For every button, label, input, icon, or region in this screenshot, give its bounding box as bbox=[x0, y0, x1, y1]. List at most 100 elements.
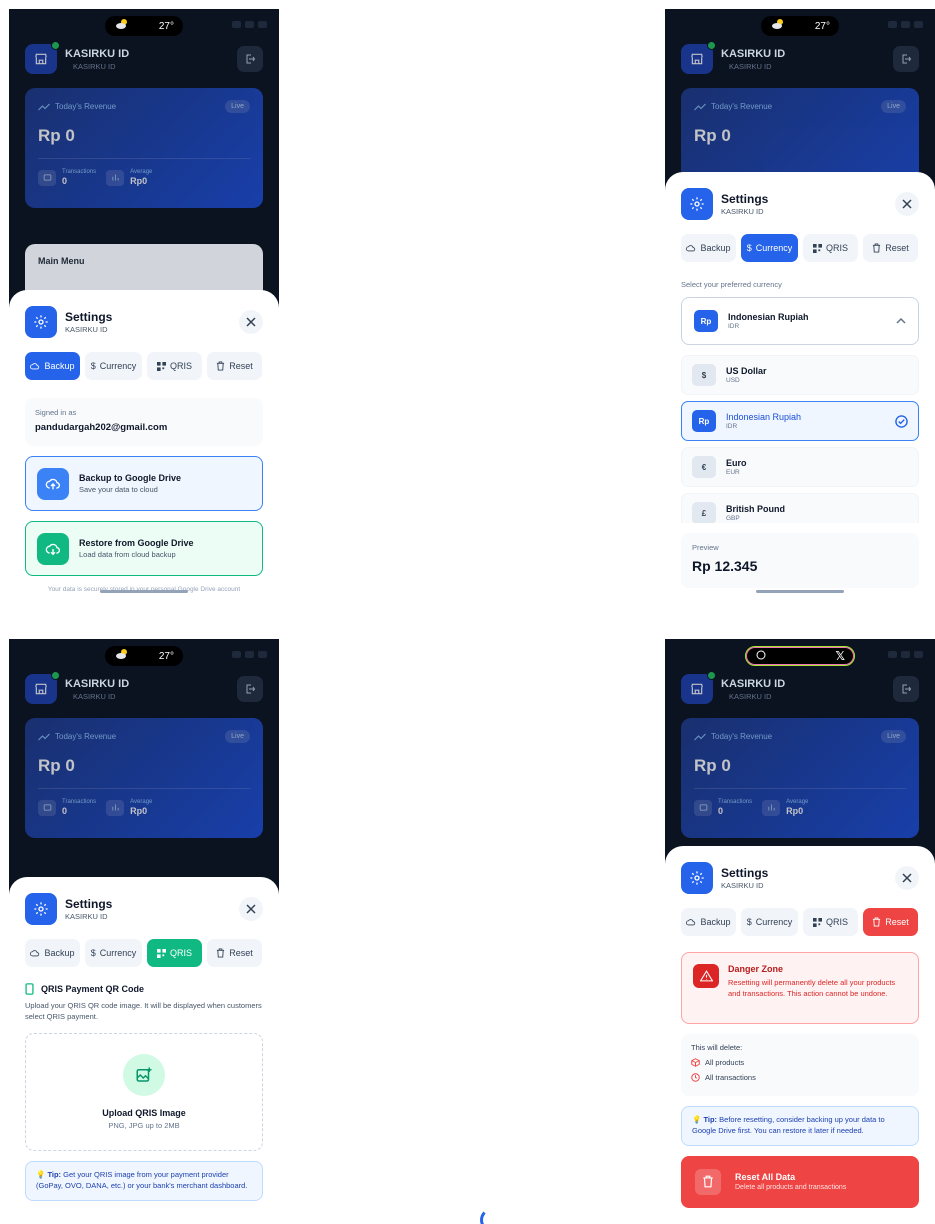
tab-currency[interactable]: $ Currency bbox=[85, 939, 142, 967]
x-logo-icon: 𝕏 bbox=[835, 649, 845, 663]
close-button[interactable] bbox=[239, 897, 263, 921]
tab-qris[interactable]: QRIS bbox=[803, 234, 858, 262]
dynamic-island: 𝕏 bbox=[745, 646, 855, 666]
cloud-icon bbox=[30, 950, 40, 957]
loading-spinner bbox=[480, 1208, 504, 1224]
signed-in-card: Signed in as pandudargah202@gmail.com bbox=[25, 398, 263, 446]
tab-reset[interactable]: Reset bbox=[207, 352, 262, 380]
close-button[interactable] bbox=[895, 192, 919, 216]
tab-qris[interactable]: QRIS bbox=[147, 352, 202, 380]
live-badge: Live bbox=[225, 100, 250, 113]
logout-button[interactable] bbox=[237, 46, 263, 72]
upload-qris-dropzone[interactable]: Upload QRIS Image PNG, JPG up to 2MB bbox=[25, 1032, 263, 1151]
warning-icon bbox=[693, 964, 719, 988]
revenue-card: Today's Revenue Live Rp 0 Transactions 0 … bbox=[25, 88, 263, 208]
app-header: KASIRKU ID KASIRKU ID bbox=[25, 41, 263, 76]
user-email: pandudargah202@gmail.com bbox=[35, 422, 168, 433]
currency-dropdown[interactable]: Rp Indonesian Rupiah IDR bbox=[681, 297, 919, 345]
reset-all-data-button[interactable]: Reset All Data Delete all products and tr… bbox=[681, 1155, 919, 1208]
close-button[interactable] bbox=[239, 310, 263, 334]
home-indicator bbox=[756, 590, 844, 593]
cloud-icon bbox=[686, 919, 696, 926]
tab-backup[interactable]: Backup bbox=[681, 234, 736, 262]
screen-reset: 𝕏 KASIRKU ID KASIRKU ID Today's Revenue Li… bbox=[665, 639, 935, 1224]
tab-backup[interactable]: Backup bbox=[25, 939, 80, 967]
gear-icon bbox=[681, 862, 713, 894]
temperature: 27° bbox=[158, 20, 174, 32]
tab-reset[interactable]: Reset bbox=[863, 908, 918, 936]
logout-button[interactable] bbox=[893, 676, 919, 702]
trend-icon bbox=[38, 103, 50, 110]
home-indicator bbox=[100, 590, 188, 593]
settings-sheet: Settings KASIRKU ID Backup $ Currency QRIS… bbox=[9, 877, 279, 1224]
lightbulb-icon: 💡 bbox=[692, 1115, 704, 1124]
chevron-up-icon bbox=[896, 318, 906, 324]
tab-backup[interactable]: Backup bbox=[681, 908, 736, 936]
trend-icon bbox=[694, 733, 706, 740]
dynamic-island: 27° bbox=[105, 16, 183, 36]
qr-icon bbox=[812, 243, 822, 253]
wallet-icon bbox=[38, 799, 56, 816]
wallet-icon bbox=[38, 169, 56, 186]
screen-backup: 27° KASIRKU ID KASIRKU ID Today's Revenu… bbox=[9, 9, 279, 599]
weather-icon bbox=[115, 17, 129, 35]
tab-reset[interactable]: Reset bbox=[207, 939, 262, 967]
screen-currency: 27° KASIRKU ID KASIRKU ID Today's Revenue… bbox=[665, 9, 935, 599]
currency-option-idr[interactable]: Rp Indonesian Rupiah IDR bbox=[681, 401, 919, 441]
qris-title: QRIS Payment QR Code bbox=[41, 984, 145, 994]
trash-icon bbox=[217, 948, 225, 958]
currency-option-eur[interactable]: € Euro EUR bbox=[681, 447, 919, 487]
close-icon bbox=[246, 904, 256, 914]
settings-tabs: Backup $ Currency QRIS Reset bbox=[25, 352, 263, 380]
wallet-icon bbox=[694, 799, 712, 816]
trash-icon bbox=[873, 917, 881, 927]
trash-icon bbox=[217, 361, 225, 371]
tab-currency[interactable]: $ Currency bbox=[741, 234, 798, 262]
currency-list: $ US Dollar USD Rp Indonesian Rupiah IDR €… bbox=[681, 355, 919, 523]
tab-currency[interactable]: $ Currency bbox=[85, 352, 142, 380]
delete-list: This will delete: All products All trans… bbox=[681, 1034, 919, 1096]
qr-icon bbox=[156, 948, 166, 958]
tab-qris[interactable]: QRIS bbox=[147, 939, 202, 967]
status-bar: 27° bbox=[9, 9, 279, 39]
trend-icon bbox=[38, 733, 50, 740]
currency-label: Select your preferred currency bbox=[681, 280, 782, 289]
tab-currency[interactable]: $ Currency bbox=[741, 908, 798, 936]
weather-icon bbox=[115, 647, 129, 665]
weather-icon bbox=[771, 17, 785, 35]
revenue-label: Today's Revenue bbox=[55, 102, 117, 111]
dollar-icon: $ bbox=[90, 361, 96, 371]
store-icon bbox=[25, 671, 60, 704]
backup-button[interactable]: Backup to Google Drive Save your data to … bbox=[25, 456, 263, 511]
settings-sheet: Settings KASIRKU ID Backup $ Currency QRIS… bbox=[665, 172, 935, 599]
bar-chart-icon bbox=[106, 169, 125, 186]
currency-option-usd[interactable]: $ US Dollar USD bbox=[681, 355, 919, 395]
store-icon bbox=[681, 41, 716, 74]
dynamic-island: 27° bbox=[105, 646, 183, 666]
dollar-icon: $ bbox=[746, 917, 752, 927]
store-name: KASIRKU ID bbox=[65, 47, 130, 60]
danger-zone: Danger Zone Resetting will permanently de… bbox=[681, 952, 919, 1024]
logout-button[interactable] bbox=[237, 676, 263, 702]
screen-qris: 27° KASIRKU ID KASIRKU ID Today's Revenue… bbox=[9, 639, 279, 1224]
logout-button[interactable] bbox=[893, 46, 919, 72]
gear-icon bbox=[681, 188, 713, 220]
revenue-card: Today's Revenue Live Rp 0 Transactions 0 A… bbox=[681, 718, 919, 838]
currency-option-gbp[interactable]: £ British Pound GBP bbox=[681, 493, 919, 523]
dollar-icon: $ bbox=[90, 948, 96, 958]
qr-icon bbox=[812, 917, 822, 927]
lightbulb-icon: 💡 bbox=[36, 1169, 48, 1179]
tab-reset[interactable]: Reset bbox=[863, 234, 918, 262]
settings-title: Settings bbox=[65, 310, 113, 324]
restore-button[interactable]: Restore from Google Drive Load data from … bbox=[25, 521, 263, 576]
trend-icon bbox=[694, 103, 706, 110]
tab-qris[interactable]: QRIS bbox=[803, 908, 858, 936]
image-plus-icon bbox=[123, 1053, 165, 1096]
close-icon bbox=[246, 317, 256, 327]
trash-icon bbox=[695, 1168, 721, 1195]
close-button[interactable] bbox=[895, 866, 919, 890]
tab-backup[interactable]: Backup bbox=[25, 352, 80, 380]
revenue-card: Today's Revenue Live Rp 0 Transactions 0 A… bbox=[25, 718, 263, 838]
qr-icon bbox=[156, 361, 166, 371]
cloud-upload-icon bbox=[37, 467, 69, 500]
